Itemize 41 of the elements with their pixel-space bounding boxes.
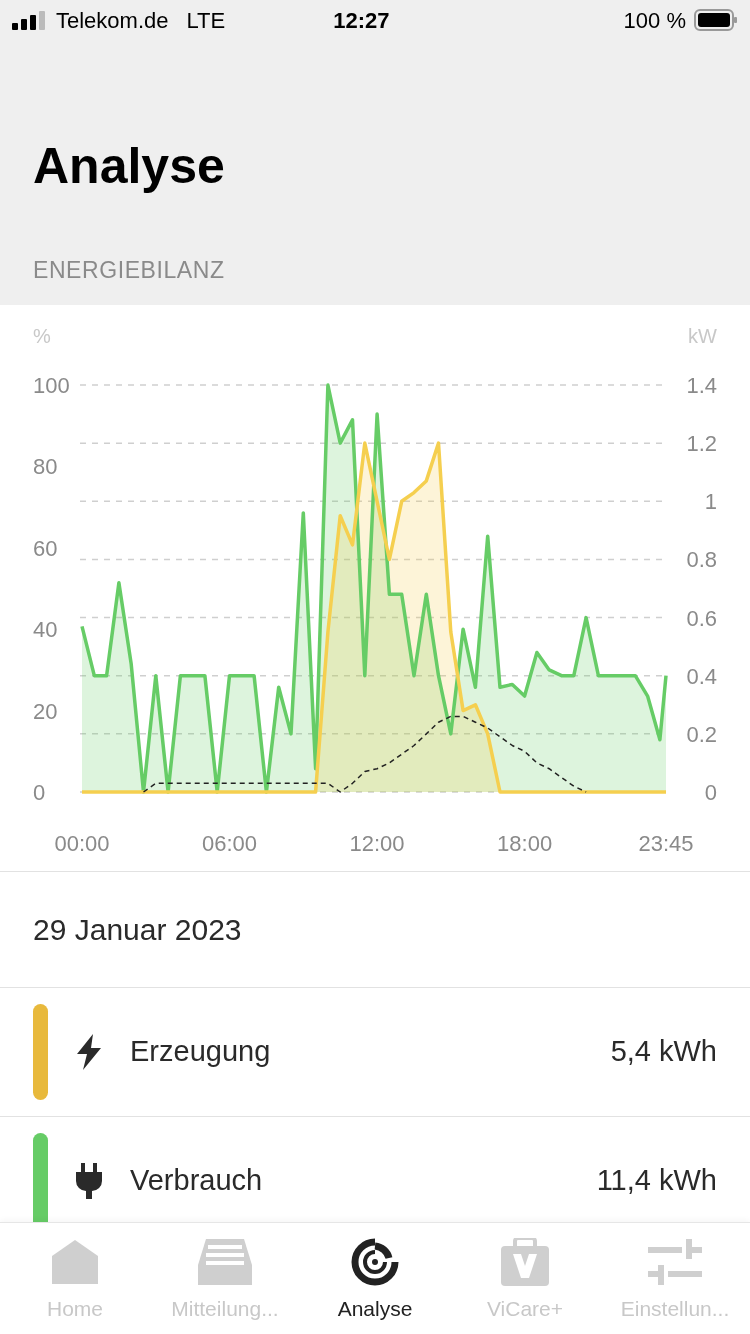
summary-label: Verbrauch — [130, 1163, 263, 1199]
axis-label: 1.4 — [686, 373, 717, 398]
axis-label: 0.2 — [686, 721, 717, 747]
axis-label: 0.8 — [686, 547, 717, 573]
battery-icon — [694, 9, 738, 31]
axis-label: 23:45 — [638, 831, 694, 856]
axis-unit: % — [33, 325, 51, 347]
axis-label: 20 — [33, 698, 58, 724]
axis-label: 1 — [704, 489, 717, 515]
axis-label: 18:00 — [497, 831, 553, 856]
signal-icon — [12, 10, 46, 30]
clock: 12:27 — [333, 6, 390, 35]
carrier-name: Telekom.de — [56, 6, 169, 35]
axis-label: 1.2 — [686, 431, 717, 457]
summary-value: 5,4 kWh — [610, 1034, 717, 1070]
date-label: 29 Januar 2023 — [33, 912, 242, 948]
summary-value: 11,4 kWh — [596, 1163, 717, 1199]
section-heading: ENERGIEBILANZ — [33, 255, 226, 285]
axis-label: 0.4 — [686, 663, 717, 689]
home-icon — [52, 1240, 98, 1284]
axis-label: 0.6 — [686, 605, 717, 631]
axis-label: 00:00 — [54, 831, 110, 856]
axis-label: 40 — [33, 617, 58, 643]
axis-label: 100 — [33, 373, 70, 398]
summary-label: Erzeugung — [130, 1034, 271, 1070]
axis-label: 0 — [704, 780, 717, 805]
network-type: LTE — [186, 6, 226, 35]
bag-icon — [501, 1238, 549, 1286]
sliders-icon — [648, 1239, 702, 1285]
axis-label: 60 — [33, 535, 58, 561]
axis-label: 12:00 — [349, 831, 405, 856]
lightning-icon — [75, 1034, 103, 1070]
axis-label: 80 — [33, 454, 58, 480]
tray-icon — [198, 1239, 252, 1285]
plug-icon — [76, 1163, 102, 1199]
page-title: Analyse — [33, 140, 226, 191]
tab[interactable]: Analyse — [300, 1223, 450, 1334]
battery-percent: 100 % — [623, 6, 686, 35]
spiral-icon — [351, 1238, 399, 1286]
axis-label: 0 — [33, 780, 46, 805]
axis-label: 06:00 — [202, 831, 258, 856]
